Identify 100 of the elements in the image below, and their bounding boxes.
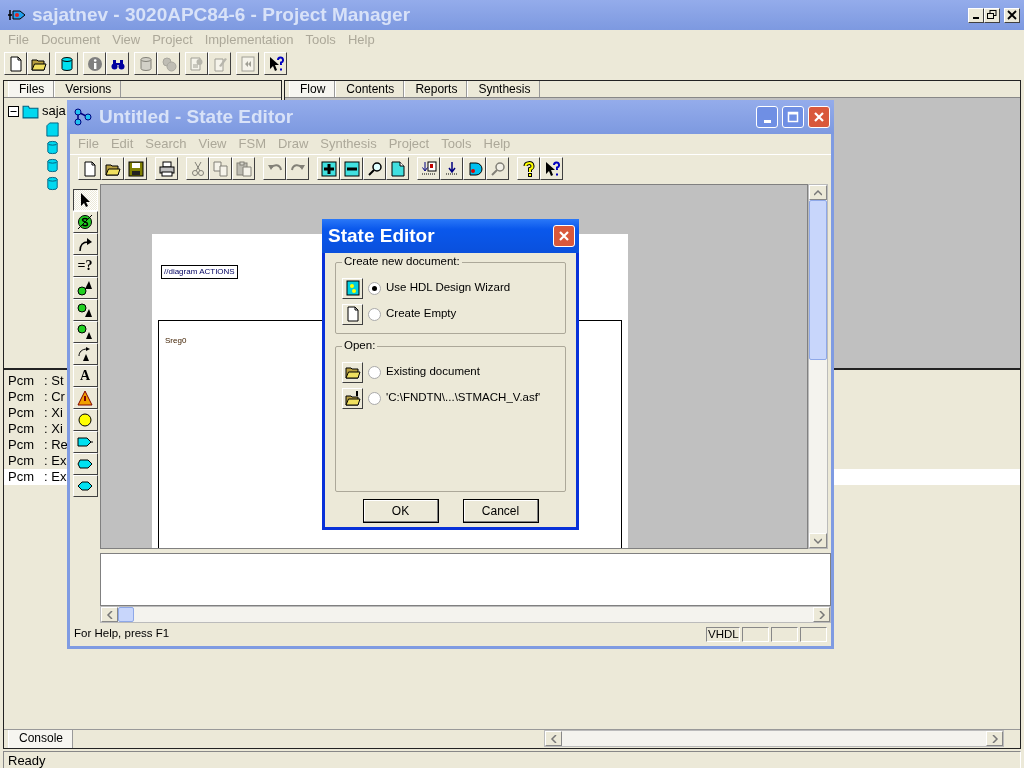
tab[interactable]: Versions [54,81,122,97]
status-text: Ready [3,751,1021,768]
option-label[interactable]: Use HDL Design Wizard [386,281,511,295]
tool-button[interactable] [72,189,98,211]
expander-button[interactable] [8,103,19,119]
console-message: : Xi [44,421,63,437]
status-pane [771,626,798,642]
option-label[interactable]: 'C:\FNDTN\...\STMACH_V.asf' [386,391,541,405]
help-pointer-icon [267,55,284,72]
recent-folder-icon [344,390,361,406]
toolbar-button[interactable] [340,157,363,180]
toolbar-button[interactable] [386,157,409,180]
option-label[interactable]: Create Empty [386,307,457,321]
toolbar-button[interactable] [417,157,440,180]
magnifier-icon [489,160,506,177]
scroll-left-button[interactable] [101,607,118,622]
cancel-button[interactable]: Cancel [462,499,539,523]
restore-icon [987,10,997,20]
toolbar-button[interactable] [517,157,540,180]
output-port-icon [77,456,93,472]
database-icon [45,175,60,191]
curved-arrow-icon [77,236,93,252]
document-gear-icon [188,55,205,72]
new-document-icon [81,160,98,177]
scroll-right-button[interactable] [813,607,830,622]
tab[interactable]: Synthesis [467,81,541,97]
status-indicator: VHDL [706,626,740,642]
database-icon [45,139,60,155]
tab[interactable]: Files [8,81,55,97]
close-icon [558,230,570,242]
warning-icon [77,390,93,406]
database-icon [45,157,60,173]
minimize-button[interactable] [968,7,984,23]
toolbar-button[interactable] [78,157,101,180]
scroll-up-button[interactable] [809,185,827,200]
circle-icon [77,412,93,428]
scroll-thumb[interactable] [809,200,827,360]
state-machine-label: Sreg0 [165,335,187,345]
tree-item[interactable]: saja [42,103,66,119]
scroll-thumb[interactable] [118,607,134,622]
toolbar-button[interactable] [264,52,287,75]
toolbar-button[interactable] [363,157,386,180]
close-icon [813,111,825,123]
toolbar-button[interactable] [124,157,147,180]
console-message: : Ex [44,453,67,469]
toolbar-button[interactable] [106,52,129,75]
maximize-button[interactable] [782,106,804,128]
toolbar-button[interactable] [155,157,178,180]
toolbar-button[interactable] [540,157,563,180]
minimize-icon [763,120,771,123]
toolbar-button[interactable] [27,52,50,75]
restore-button[interactable] [984,7,1000,23]
scroll-right-button[interactable] [986,731,1003,746]
scroll-down-button[interactable] [809,533,827,548]
option-button[interactable] [342,277,363,299]
bidirectional-port-icon [77,478,93,494]
close-button[interactable] [1004,7,1020,23]
save-icon [127,160,144,177]
radio-button[interactable] [368,281,381,295]
action-icon [77,324,93,340]
console-source: Pcm [7,453,35,469]
database-icon [137,55,154,72]
status-pane [742,626,769,642]
console-source: Pcm [7,469,35,485]
tab[interactable]: Reports [404,81,468,97]
radio-button[interactable] [368,307,381,321]
ok-button[interactable]: OK [362,499,439,523]
option-button[interactable] [342,361,363,383]
open-folder-icon [344,364,361,380]
toolbar-button[interactable] [83,52,106,75]
zoom-in-icon [320,160,337,177]
rewind-icon [239,55,256,72]
radio-button[interactable] [368,391,381,405]
toolbar-button[interactable] [55,52,78,75]
toolbar-button[interactable] [440,157,463,180]
database-icon [58,55,75,72]
diagram-note: //diagram ACTIONS [161,265,238,279]
close-icon [1007,10,1017,20]
radio-button[interactable] [368,365,381,379]
toolbar-button[interactable] [463,157,486,180]
toolbar-button[interactable] [317,157,340,180]
option-button[interactable] [342,303,363,325]
scroll-left-button[interactable] [545,731,562,746]
option-label[interactable]: Existing document [386,365,480,379]
vertical-scrollbar[interactable] [808,184,828,549]
state-diagram-icon [73,107,93,127]
tool-button[interactable]: A [72,365,98,387]
tab[interactable]: Flow [289,81,336,97]
group-title: Open: [342,339,378,353]
tab[interactable]: Contents [335,81,405,97]
state-icon [77,214,93,230]
gate-icon [466,160,483,177]
toolbar-button[interactable] [4,52,27,75]
input-port-icon [77,434,93,450]
tab[interactable]: Console [8,730,74,748]
horizontal-scrollbar[interactable] [100,606,831,623]
tool-button[interactable]: =? [72,255,98,277]
option-button[interactable] [342,387,363,409]
horizontal-scrollbar[interactable] [544,730,1004,747]
toolbar-button[interactable] [101,157,124,180]
